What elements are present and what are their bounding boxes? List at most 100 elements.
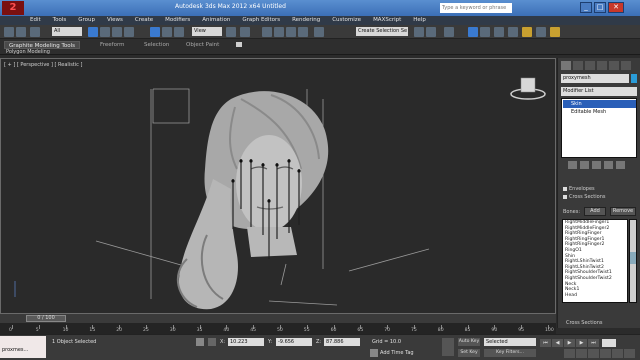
cross-sections-rollout[interactable]: Cross Sections	[566, 320, 602, 326]
auto-key-button[interactable]: Auto Key	[458, 338, 480, 346]
modifier-list-dropdown[interactable]: Modifier List	[561, 87, 637, 96]
envelopes-checkbox[interactable]: Envelopes	[563, 186, 595, 192]
hierarchy-panel-icon[interactable]	[585, 61, 595, 70]
y-coordinate-field[interactable]: -9.656	[276, 338, 312, 346]
link-icon[interactable]	[30, 27, 40, 37]
make-unique-icon[interactable]	[592, 161, 601, 169]
spinner-snap-icon[interactable]	[298, 27, 308, 37]
menu-rendering[interactable]: Rendering	[292, 16, 320, 25]
x-coordinate-field[interactable]: 10.223	[228, 338, 264, 346]
go-to-start-icon[interactable]: ⏮	[540, 339, 551, 347]
ribbon-options-icon[interactable]	[236, 42, 242, 47]
lock-selection-icon[interactable]	[196, 338, 204, 346]
ribbon-panel-label[interactable]: Polygon Modeling	[6, 49, 50, 55]
select-object-icon[interactable]	[88, 27, 98, 37]
select-by-name-icon[interactable]	[100, 27, 110, 37]
time-slider[interactable]	[0, 314, 556, 323]
z-coordinate-field[interactable]: 87.886	[324, 338, 360, 346]
menu-modifiers[interactable]: Modifiers	[165, 16, 190, 25]
scale-icon[interactable]	[174, 27, 184, 37]
close-button[interactable]: ✕	[608, 2, 624, 13]
mirror-icon[interactable]	[414, 27, 424, 37]
pin-stack-icon[interactable]	[568, 161, 577, 169]
utilities-panel-icon[interactable]	[621, 61, 631, 70]
render-icon[interactable]	[550, 27, 560, 37]
menu-customize[interactable]: Customize	[332, 16, 361, 25]
modify-panel-icon[interactable]	[573, 61, 583, 70]
menu-tools[interactable]: Tools	[53, 16, 67, 25]
selection-filter-dropdown[interactable]: All	[52, 27, 82, 36]
tab-selection[interactable]: Selection	[140, 41, 173, 49]
window-crossing-icon[interactable]	[124, 27, 134, 37]
time-tag-icon[interactable]	[370, 349, 378, 357]
align-icon[interactable]	[426, 27, 436, 37]
rotate-icon[interactable]	[162, 27, 172, 37]
time-slider-thumb[interactable]: 0 / 100	[26, 315, 66, 322]
menu-animation[interactable]: Animation	[202, 16, 230, 25]
render-setup-icon[interactable]	[522, 27, 532, 37]
previous-frame-icon[interactable]: ◀	[552, 339, 563, 347]
add-bone-button[interactable]: Add	[584, 207, 606, 216]
named-selection-dropdown[interactable]: Create Selection Se	[356, 27, 408, 36]
perspective-viewport[interactable]	[0, 58, 556, 314]
display-panel-icon[interactable]	[609, 61, 619, 70]
add-time-tag-button[interactable]: Add Time Tag	[380, 350, 414, 356]
pan-icon[interactable]	[612, 349, 623, 358]
tab-freeform[interactable]: Freeform	[96, 41, 129, 49]
remove-modifier-icon[interactable]	[604, 161, 613, 169]
material-editor-icon[interactable]	[508, 27, 518, 37]
pivot-center-icon[interactable]	[226, 27, 236, 37]
go-to-end-icon[interactable]: ⏭	[588, 339, 599, 347]
zoom-all-icon[interactable]	[576, 349, 587, 358]
object-color-swatch[interactable]	[631, 74, 637, 83]
snap-toggle-icon[interactable]	[262, 27, 272, 37]
minimize-button[interactable]: _	[580, 2, 592, 13]
search-input[interactable]: Type a keyword or phrase	[440, 3, 512, 13]
undo-icon[interactable]	[4, 27, 14, 37]
play-icon[interactable]: ▶	[564, 339, 575, 347]
redo-icon[interactable]	[16, 27, 26, 37]
viewcube-icon[interactable]	[510, 76, 546, 100]
orbit-icon[interactable]	[624, 349, 635, 358]
edit-named-selection-icon[interactable]	[314, 27, 324, 37]
stack-item-editable-mesh[interactable]: Editable Mesh	[563, 108, 636, 116]
maxscript-mini-listener[interactable]: proxmes...	[0, 336, 46, 358]
show-end-result-icon[interactable]	[580, 161, 589, 169]
current-frame-field[interactable]	[602, 339, 616, 347]
rendered-frame-icon[interactable]	[536, 27, 546, 37]
create-panel-icon[interactable]	[561, 61, 571, 70]
viewport-label[interactable]: [ + ] [ Perspective ] [ Realistic ]	[4, 62, 82, 68]
field-of-view-icon[interactable]	[600, 349, 611, 358]
percent-snap-icon[interactable]	[286, 27, 296, 37]
move-icon[interactable]	[150, 27, 160, 37]
key-set-dropdown[interactable]: Selected	[484, 338, 536, 346]
menu-views[interactable]: Views	[107, 16, 123, 25]
menu-group[interactable]: Group	[78, 16, 95, 25]
zoom-icon[interactable]	[564, 349, 575, 358]
list-item[interactable]: Head	[563, 293, 627, 299]
set-key-icon[interactable]	[442, 338, 454, 356]
next-frame-icon[interactable]: ▶	[576, 339, 587, 347]
select-manipulate-icon[interactable]	[240, 27, 250, 37]
app-logo-icon[interactable]: 2	[2, 1, 24, 15]
tab-graphite-modeling-tools[interactable]: Graphite Modeling Tools	[4, 41, 81, 49]
menu-create[interactable]: Create	[135, 16, 153, 25]
menu-edit[interactable]: Edit	[30, 16, 41, 25]
maximize-button[interactable]: □	[594, 2, 606, 13]
key-filters-button[interactable]: Key Filters...	[484, 349, 536, 357]
graphite-toggle-icon[interactable]	[468, 27, 478, 37]
reference-coord-dropdown[interactable]: View	[192, 27, 222, 36]
configure-modifier-sets-icon[interactable]	[616, 161, 625, 169]
menu-maxscript[interactable]: MAXScript	[373, 16, 401, 25]
bone-list[interactable]: RightMiddleFinger1 RightMiddleFinger2 Ri…	[562, 219, 628, 303]
rectangle-selection-icon[interactable]	[112, 27, 122, 37]
cross-sections-checkbox[interactable]: Cross Sections	[563, 194, 605, 200]
menu-graph-editors[interactable]: Graph Editors	[242, 16, 280, 25]
set-key-button[interactable]: Set Key	[458, 349, 480, 357]
curve-editor-icon[interactable]	[480, 27, 490, 37]
remove-bone-button[interactable]: Remove	[610, 207, 636, 216]
absolute-mode-icon[interactable]	[208, 338, 216, 346]
object-name-field[interactable]: proxymesh	[561, 74, 629, 83]
bone-list-scroll-thumb[interactable]	[630, 252, 636, 264]
tab-object-paint[interactable]: Object Paint	[182, 41, 223, 49]
